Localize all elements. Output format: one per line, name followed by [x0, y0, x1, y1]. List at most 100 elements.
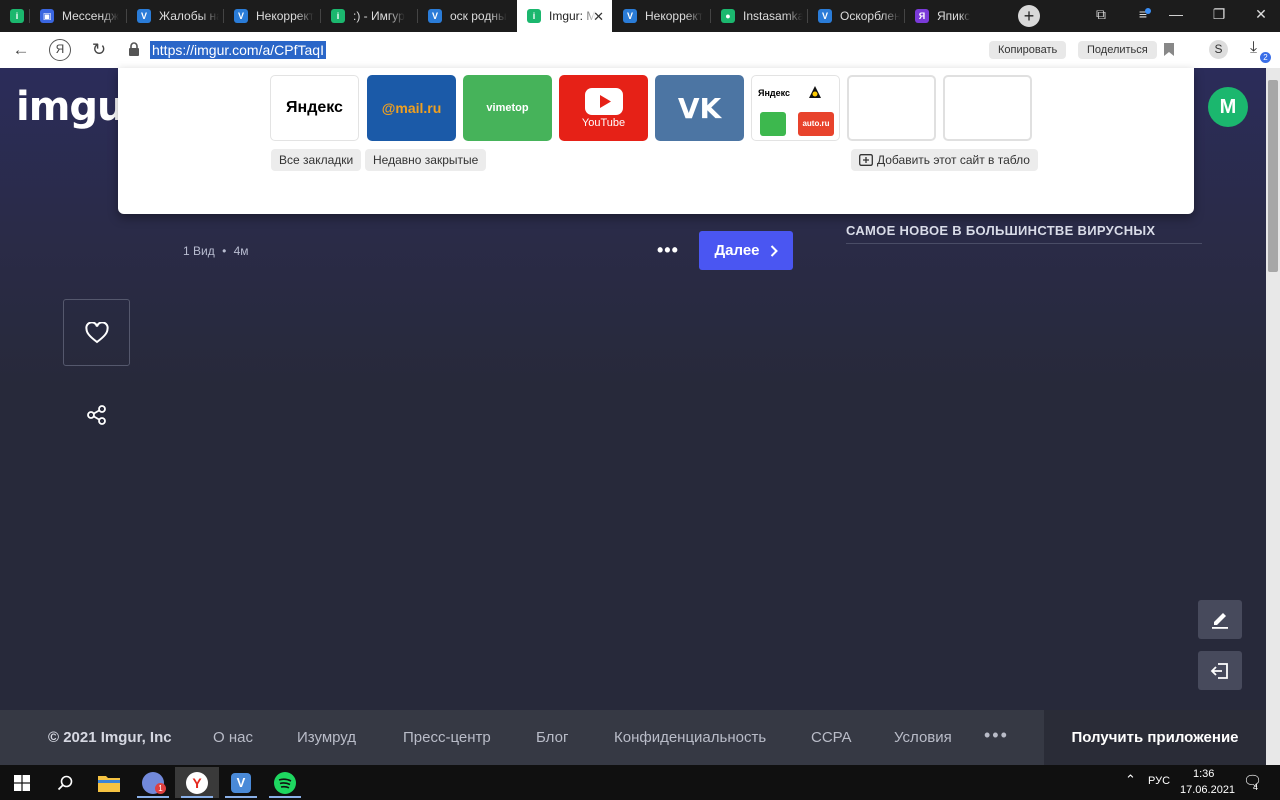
discord-icon[interactable]: 1 [131, 767, 175, 798]
tab-pinned-imgur[interactable]: i [0, 0, 28, 32]
next-post-button[interactable]: Далее [699, 231, 793, 270]
tab-favicon-icon: ● [721, 9, 735, 23]
get-app-button[interactable]: Получить приложение [1044, 710, 1266, 765]
spotify-icon[interactable] [263, 767, 307, 798]
all-bookmarks-button[interactable]: Все закладки [271, 149, 362, 171]
tile-vk[interactable]: VK [655, 75, 744, 141]
tray-chevron-icon[interactable]: ⌃ [1125, 772, 1136, 788]
tile-empty-1[interactable] [847, 75, 936, 141]
post-age: 4м [233, 244, 249, 258]
notifications-count: 4 [1253, 782, 1259, 792]
language-indicator[interactable]: РУС [1148, 775, 1170, 787]
tile-yandex-services[interactable]: Яндекс auto.ru [751, 75, 840, 141]
tab-favicon-icon: V [818, 9, 832, 23]
tab-title: оск родны [450, 9, 507, 23]
tab-8[interactable]: ● Instasamka [711, 0, 807, 32]
search-icon[interactable] [43, 767, 87, 798]
tab-2[interactable]: V Жалобы на [127, 0, 223, 32]
copy-url-button[interactable]: Копировать [989, 41, 1067, 59]
minimize-button[interactable]: — [1165, 6, 1187, 22]
clock-date[interactable]: 17.06.2021 [1180, 784, 1235, 796]
tile-empty-2[interactable] [943, 75, 1032, 141]
share-icon[interactable] [86, 404, 108, 426]
footer-link-blog[interactable]: Блог [536, 729, 568, 746]
lock-icon [129, 42, 139, 56]
like-button[interactable] [63, 299, 130, 366]
file-explorer-icon[interactable] [87, 767, 131, 798]
youtube-play-icon [584, 87, 623, 115]
tab-title: Жалобы на [159, 9, 219, 23]
windows-start-icon[interactable] [0, 767, 44, 798]
tab-1[interactable]: ▣ Мессендж [30, 0, 126, 32]
chevron-right-icon [770, 244, 778, 257]
tile-vimetop[interactable]: vimetop [463, 75, 552, 141]
bookmark-icon[interactable] [1164, 43, 1174, 56]
add-tile-icon [859, 154, 873, 166]
tab-4[interactable]: i :) - Имгур [321, 0, 417, 32]
tab-favicon-icon: ▣ [40, 9, 54, 23]
sign-in-button[interactable] [1198, 651, 1242, 690]
address-bar: ← Я ↻ https://imgur.com/a/CPfTaqI Копиро… [0, 32, 1280, 68]
share-url-button[interactable]: Поделиться [1078, 41, 1157, 59]
tab-favicon-icon: V [623, 9, 637, 23]
tab-3[interactable]: V Некоррект [224, 0, 320, 32]
menu-notification-dot [1145, 8, 1151, 14]
edit-button[interactable] [1198, 600, 1242, 639]
imgur-favicon-icon: i [10, 9, 24, 23]
clock-time[interactable]: 1:36 [1193, 768, 1214, 780]
footer-more-icon[interactable]: ••• [984, 725, 1009, 746]
taxi-icon [808, 85, 822, 99]
yandex-browser-icon[interactable]: Y [175, 767, 219, 798]
tab-9[interactable]: V Оскорблен [808, 0, 904, 32]
close-window-button[interactable]: ✕ [1250, 6, 1272, 23]
footer-link-terms[interactable]: Условия [894, 729, 952, 746]
restore-button[interactable]: ❐ [1208, 6, 1230, 23]
menu-icon[interactable]: ≡ [1132, 6, 1154, 22]
sidebar-heading: САМОЕ НОВОЕ В БОЛЬШИНСТВЕ ВИРУСНЫХ [846, 223, 1156, 238]
url-field[interactable]: https://imgur.com/a/CPfTaqI [150, 41, 326, 59]
reload-icon[interactable]: ↻ [88, 40, 110, 60]
tab-title: Instasamka [743, 9, 803, 23]
avatar[interactable]: M [1208, 87, 1248, 127]
tab-title: Оскорблен [840, 9, 900, 23]
tile-yandex[interactable]: Яндекс [270, 75, 359, 141]
tab-title: Некоррект [256, 9, 315, 23]
downloads-badge: 2 [1260, 52, 1271, 63]
tab-5[interactable]: Vоск родны [418, 0, 516, 32]
tab-favicon-icon: V [234, 9, 248, 23]
yandex-home-icon[interactable]: Я [49, 39, 71, 61]
sidebar-divider [846, 243, 1202, 244]
recently-closed-button[interactable]: Недавно закрытые [365, 149, 487, 171]
more-options-icon[interactable]: ••• [657, 240, 679, 261]
scrollbar-thumb[interactable] [1268, 80, 1278, 272]
post-meta: 1 Вид • 4м [183, 244, 249, 258]
pencil-icon [1212, 612, 1228, 629]
footer-link-ccpa[interactable]: CCPA [811, 729, 852, 746]
back-icon[interactable]: ← [10, 40, 32, 60]
tab-title: Мессендж [62, 9, 120, 23]
footer-link-emerald[interactable]: Изумруд [297, 729, 356, 746]
view-count: 1 Вид [183, 244, 215, 258]
footer-link-press[interactable]: Пресс-центр [403, 729, 491, 746]
close-tab-icon[interactable]: ✕ [593, 9, 604, 25]
footer-copyright: © 2021 Imgur, Inc [48, 729, 172, 746]
tab-favicon-icon: V [428, 9, 442, 23]
tab-7[interactable]: V Некоррект [613, 0, 710, 32]
add-site-button[interactable]: Добавить этот сайт в табло [851, 149, 1038, 171]
footer-link-privacy[interactable]: Конфиденциальность [614, 729, 766, 746]
extension-s-icon[interactable]: S [1209, 40, 1228, 59]
tab-title: Япикс [937, 9, 971, 23]
tile-youtube[interactable]: YouTube [559, 75, 648, 141]
footer-link-about[interactable]: О нас [213, 729, 253, 746]
new-tab-button[interactable]: + [1018, 5, 1040, 27]
tile-mail-ru[interactable]: @mail.ru [367, 75, 456, 141]
tab-6[interactable]: i Imgur: M ✕ [517, 0, 612, 32]
vk-app-icon[interactable]: V [219, 767, 263, 798]
tab-collections-icon[interactable]: ⧉ [1090, 6, 1112, 23]
tab-favicon-icon: V [137, 9, 151, 23]
tab-favicon-icon: Я [915, 9, 929, 23]
tab-favicon-icon: i [331, 9, 345, 23]
tab-title: :) - Имгур [353, 9, 405, 23]
downloads-icon[interactable]: ⤓ [1250, 39, 1257, 57]
tab-10[interactable]: Я Япикс [905, 0, 1005, 32]
